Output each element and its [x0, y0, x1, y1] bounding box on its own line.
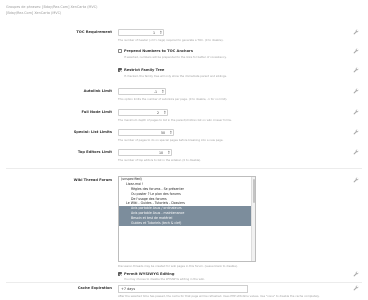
spinner-arrows-icon[interactable]: ▴ ▾: [164, 110, 165, 116]
phrase-group-title: [Bday/Rez.Com] XenCarta (MVC): [6, 11, 62, 15]
top-editors-limit-label: Top Editors Limit: [77, 150, 112, 154]
section-divider: [6, 168, 362, 169]
prepend-numbers-checkbox[interactable]: [118, 49, 122, 53]
permit-wysiwyg-hint: You may choose to disable the WYSIWYG ed…: [124, 277, 205, 281]
spinner-arrows-icon[interactable]: ▴ ▾: [160, 30, 161, 36]
toc-requirement-input[interactable]: 1 ▴ ▾: [118, 29, 164, 36]
special-list-limits-label: Special: List Limits: [73, 130, 112, 134]
restrict-family-tree-label[interactable]: Restrict Family Tree: [124, 68, 164, 72]
special-list-limits-input[interactable]: 50 ▴ ▾: [118, 129, 174, 136]
wiki-thread-forum-select[interactable]: (unspecified) Lisez-moi ! Règles des forum…: [118, 176, 256, 262]
full-node-limit-label: Full Node Limit: [81, 110, 112, 114]
full-node-limit-input[interactable]: 2 ▴ ▾: [118, 109, 168, 116]
toc-requirement-hint: The number of header (<h?> tags) require…: [118, 38, 224, 42]
special-list-limits-hint: The number of pages to do on special pag…: [118, 138, 224, 142]
wrench-icon[interactable]: [353, 67, 359, 73]
top-editors-limit-input[interactable]: 10 ▴ ▾: [118, 149, 172, 156]
full-node-limit-hint: The maximum depth of pages to list in th…: [118, 118, 232, 122]
section-divider: [6, 282, 362, 283]
toc-requirement-label: TOC Requirement: [76, 30, 112, 34]
restrict-family-tree-checkbox[interactable]: [118, 68, 122, 72]
spinner-arrows-icon[interactable]: ▴ ▾: [162, 89, 163, 95]
breadcrumb: Groupes de phrases: [Bday/Rez.Com] XenCa…: [6, 5, 98, 9]
permit-wysiwyg-checkbox[interactable]: [118, 272, 122, 276]
wrench-icon[interactable]: [353, 149, 359, 155]
cache-expiration-label: Cache Expiration: [77, 286, 112, 290]
scrollbar-thumb[interactable]: [252, 179, 255, 203]
autolink-limit-label: Autolink Limit: [83, 89, 112, 93]
top-editors-limit-hint: The number of top editors to list in the…: [118, 158, 202, 162]
wrench-icon[interactable]: [353, 177, 359, 183]
prepend-numbers-label[interactable]: Prepend Numbers to TOC Anchors: [124, 49, 193, 53]
spinner-arrows-icon[interactable]: ▴ ▾: [168, 150, 169, 156]
cache-expiration-hint: After the selected time has passed, the …: [118, 294, 320, 298]
permit-wysiwyg-label[interactable]: Permit WYSIWYG Editing: [124, 272, 174, 276]
wrench-icon[interactable]: [353, 29, 359, 35]
wrench-icon[interactable]: [353, 271, 359, 277]
autolink-limit-input[interactable]: -1 ▴ ▾: [118, 88, 166, 95]
forum-option[interactable]: Guides et Tutoriels (tech & clef): [119, 221, 255, 226]
restrict-family-tree-hint: If checked, the family tree will only sh…: [124, 73, 227, 78]
wrench-icon[interactable]: [353, 109, 359, 115]
spinner-arrows-icon[interactable]: ▴ ▾: [170, 130, 171, 136]
cache-expiration-input[interactable]: +7 days: [118, 284, 248, 293]
wrench-icon[interactable]: [353, 88, 359, 94]
autolink-limit-hint: This option limits the number of autolin…: [118, 97, 228, 101]
wiki-thread-forum-hint: Discussion threads may be created for wi…: [118, 264, 238, 268]
wrench-icon[interactable]: [353, 285, 359, 291]
wiki-thread-forum-label: Wiki Thread Forum: [73, 178, 112, 182]
forum-list-scrollbar[interactable]: [251, 177, 255, 261]
wrench-icon[interactable]: [353, 129, 359, 135]
wrench-icon[interactable]: [353, 48, 359, 54]
prepend-numbers-hint: If selected, numbers will be prepended t…: [124, 54, 227, 59]
